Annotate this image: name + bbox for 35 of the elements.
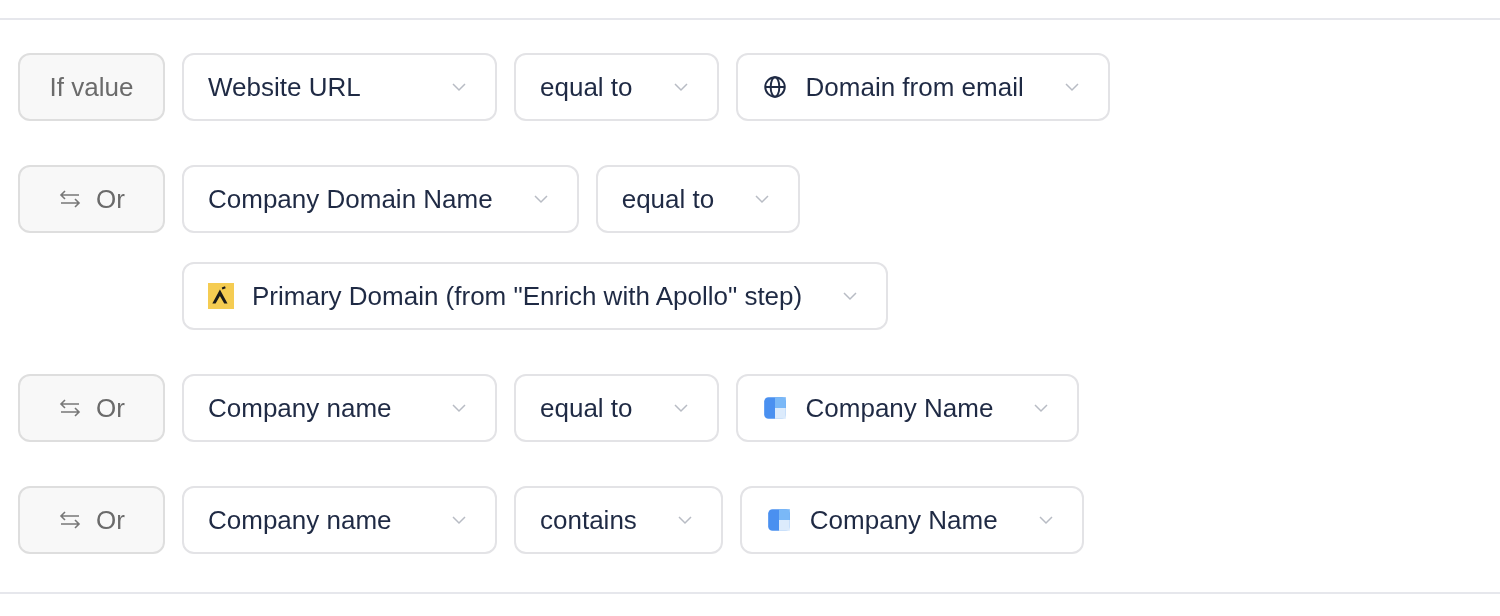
chevron-down-icon bbox=[754, 194, 771, 204]
or-button[interactable]: Or bbox=[18, 374, 165, 442]
app-logo-icon bbox=[765, 507, 792, 533]
apollo-logo-icon bbox=[208, 283, 234, 309]
dropdown[interactable]: equal to bbox=[514, 53, 719, 121]
swap-arrows-icon bbox=[58, 398, 83, 418]
dropdown[interactable]: Company Domain Name bbox=[182, 165, 579, 233]
chevron-down-icon bbox=[672, 82, 689, 92]
chevron-down-icon bbox=[672, 403, 689, 413]
chevron-down-icon bbox=[1037, 515, 1054, 525]
chevron-down-icon bbox=[532, 194, 549, 204]
chevron-down-icon bbox=[842, 291, 859, 301]
dropdown[interactable]: Domain from email bbox=[735, 53, 1110, 121]
dropdown[interactable]: Company Name bbox=[739, 486, 1084, 554]
dropdown[interactable]: Company name bbox=[182, 374, 497, 442]
chevron-down-icon bbox=[451, 403, 467, 413]
dropdown[interactable]: Company name bbox=[182, 486, 497, 554]
dropdown[interactable]: Company Name bbox=[735, 374, 1080, 442]
chevron-down-icon bbox=[451, 515, 467, 525]
dropdown[interactable]: equal to bbox=[514, 374, 719, 442]
chevron-down-icon bbox=[451, 82, 467, 92]
condition-label[interactable]: If value bbox=[18, 53, 165, 121]
dropdown[interactable]: Primary Domain (from "Enrich with Apollo" step) bbox=[182, 262, 889, 330]
swap-arrows-icon bbox=[58, 189, 83, 209]
chevron-down-icon bbox=[676, 515, 693, 525]
chevron-down-icon bbox=[1063, 82, 1080, 92]
dropdown[interactable]: Website URL bbox=[182, 53, 497, 121]
swap-arrows-icon bbox=[58, 510, 83, 530]
or-button[interactable]: Or bbox=[18, 165, 165, 233]
app-logo-icon bbox=[761, 395, 788, 421]
globe-icon bbox=[761, 74, 788, 100]
dropdown[interactable]: equal to bbox=[595, 165, 801, 233]
or-button[interactable]: Or bbox=[18, 486, 165, 554]
dropdown[interactable]: contains bbox=[514, 486, 723, 554]
chevron-down-icon bbox=[1033, 403, 1050, 413]
